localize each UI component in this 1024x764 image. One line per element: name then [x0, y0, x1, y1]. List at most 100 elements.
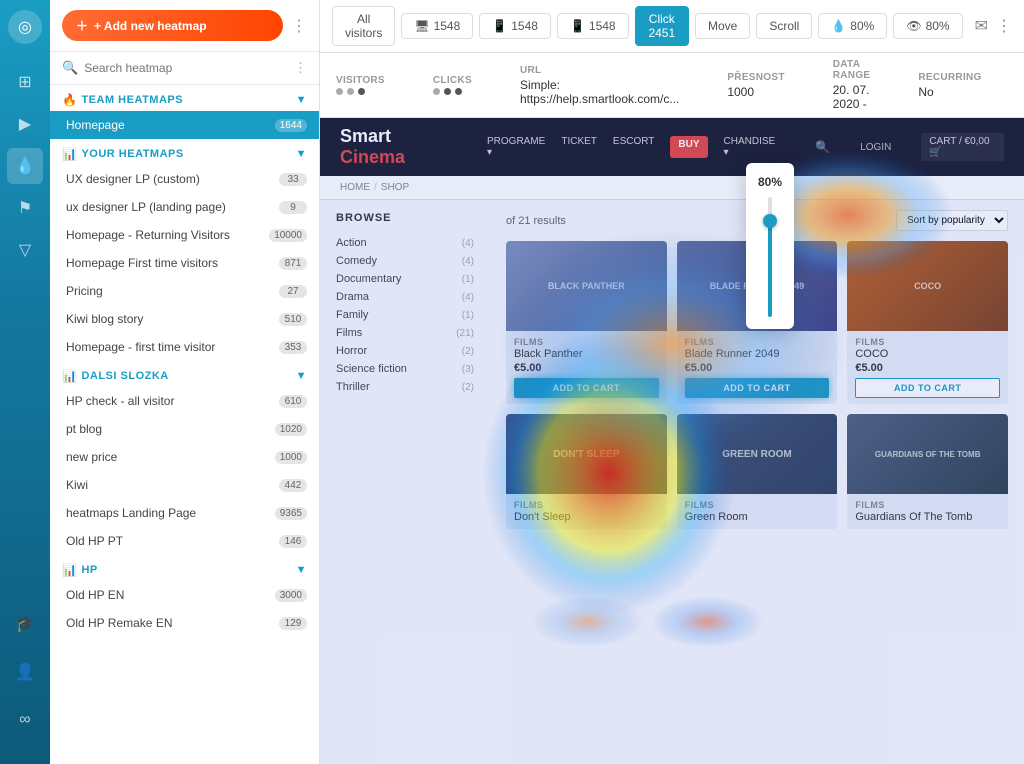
search-more-icon[interactable]: ⋮: [294, 60, 307, 76]
sidebar-item-homepage-first[interactable]: Homepage First time visitors 871: [50, 249, 319, 277]
nav-graduation[interactable]: 🎓: [7, 606, 43, 642]
sidebar-item-hp-check[interactable]: HP check - all visitor 610: [50, 387, 319, 415]
main-content: All visitors 🖥 1548 📱 1548 📱 1548 Click …: [320, 0, 1024, 764]
click-count: Click 2451: [648, 12, 676, 40]
sort-select[interactable]: Sort by popularity: [896, 210, 1008, 231]
product-info-green-room: FILMS Green Room: [677, 494, 838, 529]
tablet-icon: 📱: [492, 19, 507, 33]
website-nav: Smart Cinema PROGRAME ▾ TICKET ESCORT BU…: [320, 118, 1024, 176]
monitor-filter-btn[interactable]: 🖥 1548: [401, 13, 473, 39]
nav-cart[interactable]: CART / €0,00 🛒: [921, 133, 1004, 161]
dot6: [455, 88, 462, 95]
category-drama[interactable]: Drama(4): [336, 288, 474, 306]
nav-user[interactable]: 👤: [7, 654, 43, 690]
sidebar-item-kiwi-blog[interactable]: Kiwi blog story 510: [50, 305, 319, 333]
sidebar-item-kiwi[interactable]: Kiwi 442: [50, 471, 319, 499]
product-img-coco: COCO: [847, 241, 1008, 331]
category-thriller[interactable]: Thriller(2): [336, 378, 474, 396]
sidebar-item-new-price[interactable]: new price 1000: [50, 443, 319, 471]
app-logo[interactable]: ◎: [8, 10, 42, 44]
sidebar-item-homepage-firsttime[interactable]: Homepage - first time visitor 353: [50, 333, 319, 361]
product-info-guardians: FILMS Guardians Of The Tomb: [847, 494, 1008, 529]
category-scifi[interactable]: Science fiction(3): [336, 360, 474, 378]
left-icon-bar: ◎ ⊞ ▶ 💧 ⚑ ▽ 🎓 👤 ∞: [0, 0, 50, 764]
category-documentary[interactable]: Documentary(1): [336, 270, 474, 288]
opacity-thumb[interactable]: [763, 214, 777, 228]
sidebar-more-icon[interactable]: ⋮: [291, 16, 307, 36]
category-comedy[interactable]: Comedy(4): [336, 252, 474, 270]
nav-grid[interactable]: ⊞: [7, 64, 43, 100]
eye-icon: 👁: [906, 19, 921, 33]
clicks-stat: CLICKS: [433, 75, 472, 95]
add-heatmap-button[interactable]: ＋ + Add new heatmap: [62, 10, 283, 41]
breadcrumb-home[interactable]: HOME: [340, 182, 370, 193]
nav-buy[interactable]: BUY: [670, 136, 707, 158]
sidebar-item-old-hp-en[interactable]: Old HP EN 3000: [50, 581, 319, 609]
hp-section-icon: 📊: [62, 563, 77, 577]
category-films[interactable]: Films(21): [336, 324, 474, 342]
add-to-cart-black-panther[interactable]: ADD TO CART: [514, 378, 659, 398]
nav-play[interactable]: ▶: [7, 106, 43, 142]
sidebar-item-old-hp-remake[interactable]: Old HP Remake EN 129: [50, 609, 319, 637]
toolbar-message-icon[interactable]: ✉: [975, 16, 988, 36]
drop80-btn[interactable]: 💧 80%: [818, 13, 887, 39]
browse-title: BROWSE: [336, 212, 474, 224]
team-section-chevron[interactable]: ▼: [296, 94, 307, 106]
sidebar-item-homepage-returning[interactable]: Homepage - Returning Visitors 10000: [50, 221, 319, 249]
sidebar-item-pricing[interactable]: Pricing 27: [50, 277, 319, 305]
add-to-cart-coco[interactable]: ADD TO CART: [855, 378, 1000, 398]
monitor-icon: 🖥: [414, 19, 429, 33]
nav-escort[interactable]: ESCORT: [613, 136, 655, 158]
dalsi-section-chevron[interactable]: ▼: [296, 370, 307, 382]
hp-section-chevron[interactable]: ▼: [296, 564, 307, 576]
search-input[interactable]: [84, 61, 288, 75]
presnost-value: 1000: [727, 85, 784, 99]
category-action[interactable]: Action(4): [336, 234, 474, 252]
product-dont-sleep: DON'T SLEEP FILMS Don't Sleep: [506, 414, 667, 529]
your-section-chevron[interactable]: ▼: [296, 148, 307, 160]
dalsi-section: 📊 DALSI SLOZKA ▼: [50, 361, 319, 387]
nav-heatmap[interactable]: 💧: [7, 148, 43, 184]
scroll-filter-btn[interactable]: Scroll: [756, 13, 812, 39]
heatmap-container: Smart Cinema PROGRAME ▾ TICKET ESCORT BU…: [320, 118, 1024, 764]
nav-programe[interactable]: PROGRAME ▾: [487, 136, 545, 158]
sidebar-item-ux-landing[interactable]: ux designer LP (landing page) 9: [50, 193, 319, 221]
presnost-stat: PŘESNOST 1000: [727, 72, 784, 99]
product-info-coco: FILMS COCO €5.00 ADD TO CART: [847, 331, 1008, 404]
all-visitors-label: All visitors: [345, 12, 382, 40]
nav-ticket[interactable]: TICKET: [561, 136, 597, 158]
click-filter-btn[interactable]: Click 2451: [635, 6, 689, 46]
presnost-label: PŘESNOST: [727, 72, 784, 83]
move-filter-btn[interactable]: Move: [695, 13, 750, 39]
logo-icon: ◎: [18, 17, 32, 37]
dalsi-section-icon: 📊: [62, 369, 77, 383]
all-visitors-btn[interactable]: All visitors: [332, 6, 395, 46]
eye80-btn[interactable]: 👁 80%: [893, 13, 962, 39]
add-to-cart-blade-runner[interactable]: ADD TO CART: [685, 378, 830, 398]
category-family[interactable]: Family(1): [336, 306, 474, 324]
nav-infinity[interactable]: ∞: [7, 702, 43, 738]
nav-funnel[interactable]: ▽: [7, 232, 43, 268]
sidebar-item-homepage[interactable]: Homepage 1644: [50, 111, 319, 139]
sidebar-item-pt-blog[interactable]: pt blog 1020: [50, 415, 319, 443]
sidebar-item-old-hp-pt[interactable]: Old HP PT 146: [50, 527, 319, 555]
toolbar-more-icon[interactable]: ⋮: [996, 16, 1012, 36]
tablet-filter-btn[interactable]: 📱 1548: [479, 13, 551, 39]
team-section-label: TEAM HEATMAPS: [81, 94, 183, 106]
move-label: Move: [708, 19, 737, 33]
sidebar-item-ux-custom[interactable]: UX designer LP (custom) 33: [50, 165, 319, 193]
mobile-filter-btn[interactable]: 📱 1548: [557, 13, 629, 39]
nav-flag[interactable]: ⚑: [7, 190, 43, 226]
drop-icon: 💧: [831, 19, 846, 33]
mobile-count: 1548: [589, 19, 616, 33]
breadcrumb-shop[interactable]: SHOP: [381, 182, 409, 193]
opacity-track[interactable]: [768, 197, 772, 317]
sidebar-item-heatmaps-landing[interactable]: heatmaps Landing Page 9365: [50, 499, 319, 527]
product-info-blade-runner: FILMS Blade Runner 2049 €5.00 ADD TO CAR…: [677, 331, 838, 404]
nav-login[interactable]: LOGIN: [860, 142, 891, 153]
category-horror[interactable]: Horror(2): [336, 342, 474, 360]
nav-search-icon[interactable]: 🔍: [815, 140, 830, 154]
homepage-badge: 1644: [275, 119, 307, 132]
nav-chandise[interactable]: CHANDISE ▾: [724, 136, 776, 158]
dot2: [347, 88, 354, 95]
